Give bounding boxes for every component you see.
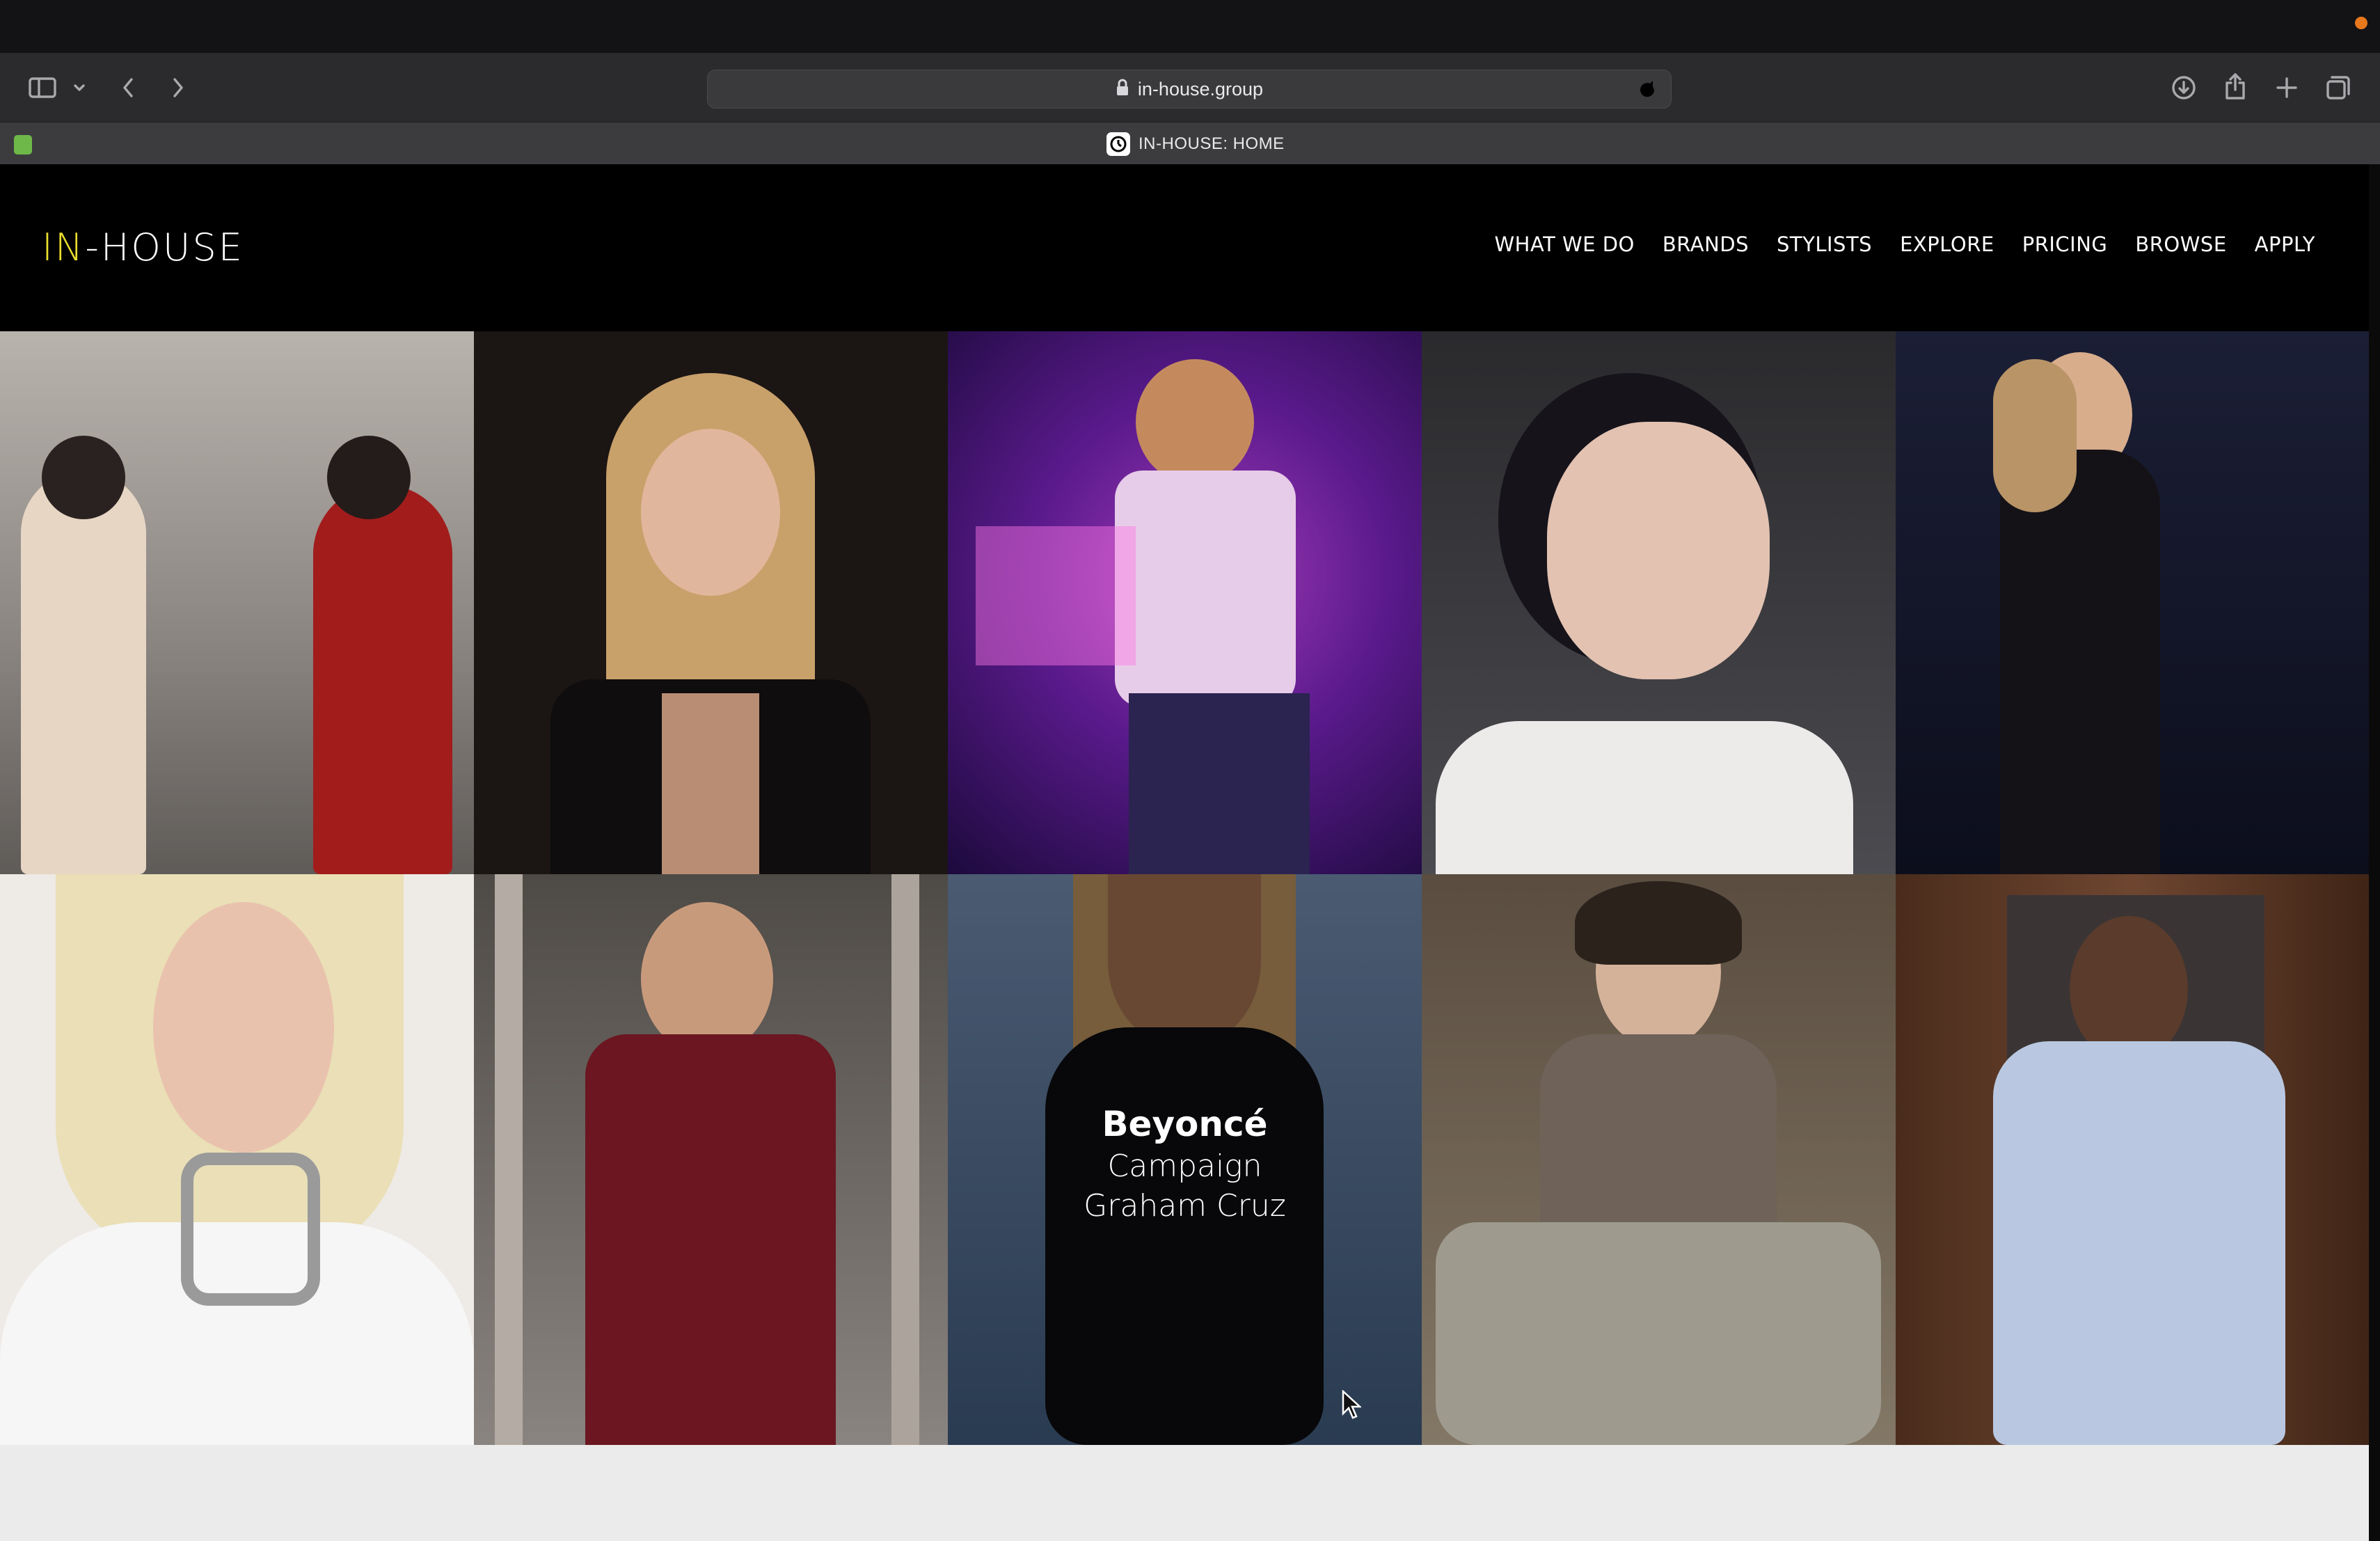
nav-browse[interactable]: BROWSE xyxy=(2135,232,2226,256)
tile-image-figure xyxy=(585,1034,836,1445)
address-url: in-house.group xyxy=(1137,78,1264,100)
portfolio-grid: Beyoncé Campaign Graham Cruz xyxy=(0,331,2369,1445)
download-icon[interactable] xyxy=(2168,72,2199,103)
system-menubar xyxy=(0,0,2380,53)
gallery-tile-2[interactable] xyxy=(474,331,948,874)
share-icon[interactable] xyxy=(2220,70,2251,103)
tab-bar: IN-HOUSE: HOME xyxy=(0,123,2380,164)
hover-caption: Beyoncé Campaign Graham Cruz xyxy=(948,1104,1422,1224)
tile-image-figure xyxy=(1129,693,1310,874)
tile-image-figure xyxy=(1993,1041,2285,1445)
caption-type: Campaign xyxy=(1107,1148,1262,1184)
website: IN-HOUSE WHAT WE DO BRANDS STYLISTS EXPL… xyxy=(0,164,2380,1541)
tile-image xyxy=(641,902,773,1055)
site-header: IN-HOUSE WHAT WE DO BRANDS STYLISTS EXPL… xyxy=(0,164,2380,331)
tile-image-figure xyxy=(153,902,334,1153)
tile-image-figure xyxy=(641,429,780,596)
shopify-favicon-icon[interactable] xyxy=(14,135,32,155)
tile-image-figure xyxy=(1436,721,1853,874)
tile-image-figure xyxy=(495,874,523,1445)
caption-stylist: Graham Cruz xyxy=(1084,1188,1286,1224)
gallery-tile-1[interactable] xyxy=(0,331,474,874)
tile-image-figure xyxy=(42,436,125,519)
mouse-cursor-icon xyxy=(1342,1389,1363,1423)
tile-image-figure xyxy=(891,874,919,1445)
nav-explore[interactable]: EXPLORE xyxy=(1900,232,1994,256)
tile-image-figure xyxy=(2000,450,2160,874)
caption-name: Beyoncé xyxy=(1102,1104,1268,1144)
scrollbar-track[interactable] xyxy=(2369,164,2380,1541)
nav-what-we-do[interactable]: WHAT WE DO xyxy=(1495,232,1635,256)
gallery-tile-4[interactable] xyxy=(1422,331,1896,874)
tile-image-figure xyxy=(662,693,759,874)
gallery-tile-6[interactable] xyxy=(0,874,474,1445)
site-logo[interactable]: IN-HOUSE xyxy=(42,226,244,269)
sidebar-icon[interactable] xyxy=(26,74,58,102)
tile-image-figure xyxy=(976,526,1136,665)
tile-image-figure xyxy=(1115,471,1296,707)
in-house-favicon-icon xyxy=(1106,132,1130,156)
browser-toolbar: in-house.group xyxy=(0,53,2380,123)
tile-image-figure xyxy=(1575,881,1742,965)
gallery-tile-3[interactable] xyxy=(948,331,1422,874)
nav-stylists[interactable]: STYLISTS xyxy=(1777,232,1872,256)
tab-overview-icon[interactable] xyxy=(2323,72,2354,103)
tab-title: IN-HOUSE: HOME xyxy=(1139,134,1285,153)
tile-image-figure xyxy=(181,1153,320,1306)
nav-brands[interactable]: BRANDS xyxy=(1663,232,1749,256)
page-footer-area xyxy=(0,1445,2369,1541)
nav-apply[interactable]: APPLY xyxy=(2255,232,2315,256)
tile-image-figure xyxy=(2070,916,2188,1062)
tile-image-figure xyxy=(1547,422,1770,679)
tile-image xyxy=(21,471,146,874)
tile-image-figure xyxy=(1993,359,2077,512)
tile-image-figure xyxy=(1436,1222,1881,1445)
chevron-down-icon[interactable] xyxy=(71,78,88,97)
lock-icon xyxy=(1116,79,1129,100)
reload-icon[interactable] xyxy=(1636,79,1658,104)
back-icon[interactable] xyxy=(117,74,139,102)
recording-indicator-icon xyxy=(2355,17,2367,29)
tile-image-figure xyxy=(327,436,411,519)
gallery-tile-7[interactable] xyxy=(474,874,948,1445)
logo-in: IN xyxy=(42,226,86,269)
nav-pricing[interactable]: PRICING xyxy=(2022,232,2108,256)
gallery-tile-10[interactable] xyxy=(1896,874,2369,1445)
tab-in-house-home[interactable]: IN-HOUSE: HOME xyxy=(1106,132,1285,156)
address-bar[interactable]: in-house.group xyxy=(707,70,1672,109)
logo-house: -HOUSE xyxy=(85,226,244,269)
gallery-tile-9[interactable] xyxy=(1422,874,1896,1445)
tile-image-figure xyxy=(313,484,452,874)
new-tab-icon[interactable] xyxy=(2271,72,2302,103)
gallery-tile-5[interactable] xyxy=(1896,331,2369,874)
forward-icon[interactable] xyxy=(167,74,189,102)
gallery-tile-8[interactable]: Beyoncé Campaign Graham Cruz xyxy=(948,874,1422,1445)
main-nav: WHAT WE DO BRANDS STYLISTS EXPLORE PRICI… xyxy=(1495,232,2316,256)
tile-image xyxy=(1136,359,1254,484)
